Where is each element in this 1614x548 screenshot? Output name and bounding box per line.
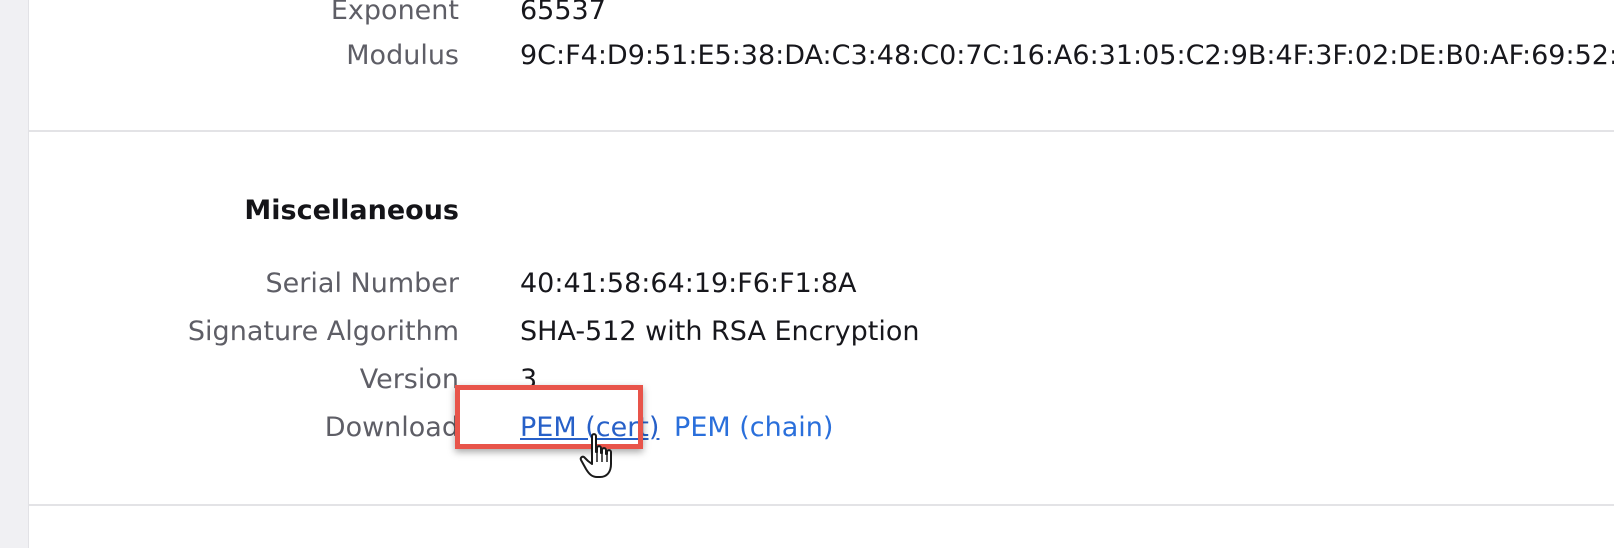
modulus-value: 9C:F4:D9:51:E5:38:DA:C3:48:C0:7C:16:A6:3… [520,40,1614,71]
download-label: Download [324,412,459,443]
exponent-label: Exponent [330,0,459,26]
signature-algorithm-label: Signature Algorithm [187,316,459,347]
section-divider-bottom [29,504,1614,506]
exponent-value: 65537 [520,0,606,26]
signature-algorithm-value: SHA-512 with RSA Encryption [520,316,920,347]
version-label: Version [359,364,459,395]
download-pem-chain-link[interactable]: PEM (chain) [674,412,833,443]
hand-pointer-icon [579,433,612,478]
serial-number-label: Serial Number [265,268,459,299]
miscellaneous-section-title: Miscellaneous [244,195,459,226]
section-divider [29,130,1614,132]
serial-number-value: 40:41:58:64:19:F6:F1:8A [520,268,857,299]
certificate-viewer-page: Exponent 65537 Modulus 9C:F4:D9:51:E5:38… [28,0,1614,548]
modulus-label: Modulus [346,40,459,71]
